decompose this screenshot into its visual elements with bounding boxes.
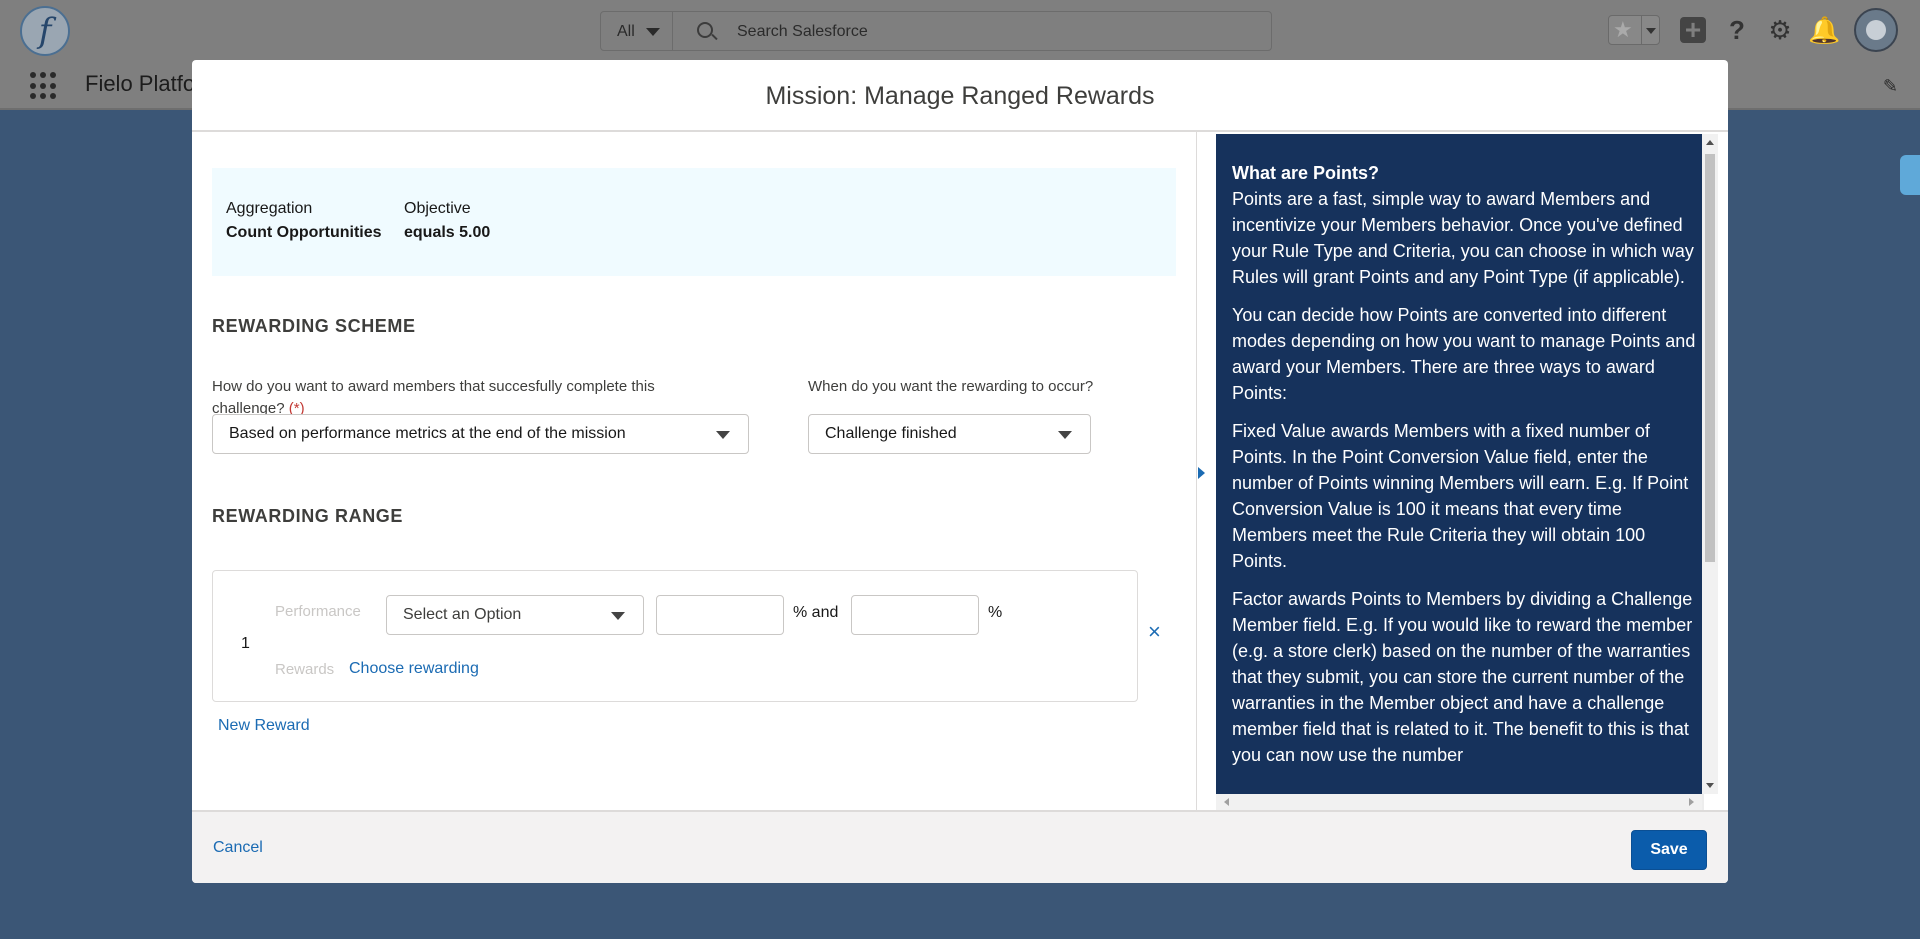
- rewards-label: Rewards: [275, 661, 335, 678]
- scrollbar-thumb[interactable]: [1705, 154, 1715, 562]
- help-panel: What are Points? Points are a fast, simp…: [1216, 134, 1708, 810]
- scroll-down-arrow-icon[interactable]: [1706, 783, 1714, 788]
- objective-label: Objective: [404, 200, 471, 217]
- modal-footer: Cancel Save: [192, 810, 1728, 883]
- remove-range-close-icon[interactable]: ×: [1148, 621, 1161, 643]
- global-header: f All ★ + ? ⚙ 🔔: [0, 0, 1920, 62]
- help-heading: What are Points?: [1232, 163, 1380, 183]
- avatar[interactable]: [1854, 8, 1898, 52]
- bell-icon[interactable]: 🔔: [1808, 17, 1840, 43]
- new-reward-link[interactable]: New Reward: [218, 717, 310, 735]
- help-icon[interactable]: ?: [1724, 17, 1750, 43]
- global-search: All: [600, 11, 1272, 51]
- range-to-unit: %: [988, 604, 1003, 621]
- award-method-selected: Based on performance metrics at the end …: [229, 425, 626, 442]
- cancel-button[interactable]: Cancel: [213, 839, 263, 857]
- choose-rewarding-link[interactable]: Choose rewarding: [349, 660, 479, 678]
- modal-title: Mission: Manage Ranged Rewards: [765, 82, 1155, 110]
- help-paragraph: Factor awards Points to Members by divid…: [1232, 589, 1693, 765]
- performance-label: Performance: [275, 603, 361, 620]
- help-vertical-scrollbar[interactable]: [1702, 134, 1718, 794]
- global-actions-plus-icon[interactable]: +: [1680, 16, 1706, 44]
- range-row-index: 1: [241, 635, 250, 652]
- favorites-dropdown-icon[interactable]: [1641, 16, 1659, 44]
- search-icon: [697, 22, 713, 38]
- help-paragraph: Fixed Value awards Members with a fixed …: [1232, 421, 1689, 571]
- performance-option-select[interactable]: Select an Option: [386, 595, 644, 635]
- scroll-right-arrow-icon[interactable]: [1689, 798, 1694, 806]
- gear-icon[interactable]: ⚙: [1767, 17, 1793, 43]
- rewarding-range-title: REWARDING RANGE: [212, 506, 404, 526]
- search-input[interactable]: [737, 21, 1257, 43]
- manage-ranged-rewards-modal: Mission: Manage Ranged Rewards Aggregati…: [192, 60, 1728, 883]
- chevron-down-icon: [1058, 431, 1072, 439]
- rewarding-timing-selected: Challenge finished: [825, 425, 957, 442]
- pane-divider: [1196, 132, 1197, 810]
- search-scope-label: All: [617, 23, 635, 40]
- aggregation-value: Count Opportunities: [226, 224, 382, 241]
- objective-value: equals 5.00: [404, 224, 491, 241]
- rewarding-timing-label: When do you want the rewarding to occur?: [808, 378, 1094, 395]
- help-horizontal-scrollbar[interactable]: [1216, 794, 1702, 810]
- help-paragraph: What are Points? Points are a fast, simp…: [1232, 160, 1696, 290]
- app-name: Fielo Platfo: [85, 71, 196, 96]
- help-text: What are Points? Points are a fast, simp…: [1216, 134, 1708, 794]
- rewarding-scheme-title: REWARDING SCHEME: [212, 316, 416, 336]
- range-to-input[interactable]: [851, 595, 979, 635]
- help-paragraph: You can decide how Points are converted …: [1232, 305, 1696, 403]
- scroll-left-arrow-icon[interactable]: [1224, 798, 1229, 806]
- modal-header: Mission: Manage Ranged Rewards: [192, 60, 1728, 132]
- performance-option-placeholder: Select an Option: [403, 606, 522, 623]
- favorites-button[interactable]: ★: [1608, 15, 1660, 45]
- chevron-down-icon: [611, 612, 625, 620]
- help-paragraph-text: Points are a fast, simple way to award M…: [1232, 189, 1694, 287]
- search-scope-dropdown[interactable]: All: [601, 12, 673, 50]
- chevron-down-icon: [646, 28, 660, 36]
- modal-content: Aggregation Count Opportunities Objectiv…: [192, 132, 1728, 810]
- award-method-question: How do you want to award members that su…: [212, 378, 655, 417]
- aggregation-label: Aggregation: [226, 200, 313, 217]
- range-from-unit: % and: [793, 604, 839, 621]
- scroll-up-arrow-icon[interactable]: [1706, 140, 1714, 145]
- objective-summary: Objective equals 5.00: [404, 200, 490, 242]
- award-method-select[interactable]: Based on performance metrics at the end …: [212, 414, 749, 454]
- chevron-down-icon: [716, 431, 730, 439]
- star-icon: ★: [1613, 17, 1633, 42]
- save-button[interactable]: Save: [1631, 830, 1707, 870]
- range-from-input[interactable]: [656, 595, 784, 635]
- mission-summary: Aggregation Count Opportunities Objectiv…: [212, 168, 1176, 276]
- rewards-form: Aggregation Count Opportunities Objectiv…: [212, 132, 1192, 810]
- edit-nav-pencil-icon[interactable]: ✎: [1883, 76, 1898, 97]
- range-row: 1 Performance Select an Option % and % R…: [212, 570, 1138, 702]
- fielo-logo-icon[interactable]: f: [20, 6, 70, 56]
- side-panel-tab[interactable]: [1900, 155, 1920, 195]
- collapse-help-arrow-icon[interactable]: [1198, 467, 1205, 479]
- app-launcher-icon[interactable]: [30, 72, 58, 100]
- aggregation-summary: Aggregation Count Opportunities: [226, 200, 382, 242]
- rewarding-timing-select[interactable]: Challenge finished: [808, 414, 1091, 454]
